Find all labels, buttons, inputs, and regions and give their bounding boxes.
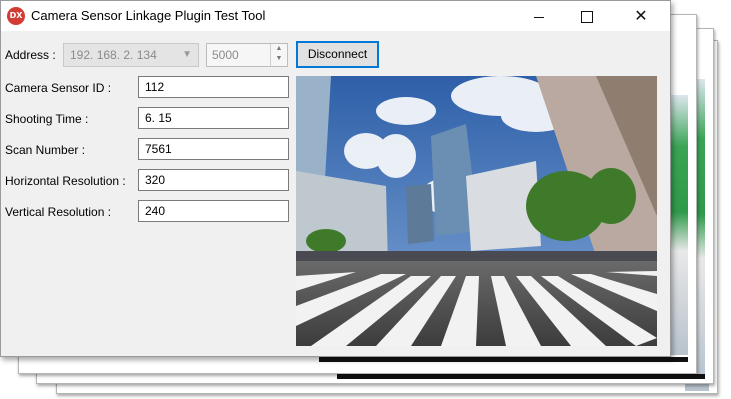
camera-sensor-id-label: Camera Sensor ID : <box>5 81 112 95</box>
background-window-dark-bar <box>319 357 688 362</box>
main-window: DX Camera Sensor Linkage Plugin Test Too… <box>0 0 671 357</box>
title-bar[interactable]: DX Camera Sensor Linkage Plugin Test Too… <box>1 1 670 31</box>
close-icon: ✕ <box>634 8 648 25</box>
port-stepper[interactable]: 5000 ▲ ▼ <box>206 43 288 67</box>
vertical-resolution-label: Vertical Resolution : <box>5 205 112 219</box>
horizontal-resolution-field[interactable]: 320 <box>138 169 289 191</box>
address-select[interactable]: 192. 168. 2. 134 ▼ <box>63 43 199 67</box>
camera-image <box>296 76 657 346</box>
vertical-resolution-field[interactable]: 240 <box>138 200 289 222</box>
window-title: Camera Sensor Linkage Plugin Test Tool <box>31 8 266 23</box>
minimize-icon <box>534 16 544 18</box>
scan-number-field[interactable]: 7561 <box>138 138 289 160</box>
shooting-time-label: Shooting Time : <box>5 112 89 126</box>
chevron-down-icon: ▼ <box>182 49 192 60</box>
port-value: 5000 <box>212 48 239 62</box>
camera-view <box>296 76 657 346</box>
camera-sensor-id-field[interactable]: 112 <box>138 76 289 98</box>
minimize-button[interactable] <box>516 1 562 31</box>
address-label: Address : <box>5 48 56 62</box>
disconnect-button[interactable]: Disconnect <box>296 41 379 68</box>
spin-arrows-icon[interactable]: ▲ ▼ <box>270 44 287 66</box>
horizontal-resolution-label: Horizontal Resolution : <box>5 174 126 188</box>
background-window-dark-bar <box>337 374 705 379</box>
scan-number-label: Scan Number : <box>5 143 86 157</box>
app-logo-icon: DX <box>7 7 25 25</box>
shooting-time-field[interactable]: 6. 15 <box>138 107 289 129</box>
maximize-icon <box>581 11 593 24</box>
address-value: 192. 168. 2. 134 <box>70 48 157 62</box>
close-button[interactable]: ✕ <box>618 1 664 31</box>
maximize-button[interactable] <box>564 1 610 31</box>
